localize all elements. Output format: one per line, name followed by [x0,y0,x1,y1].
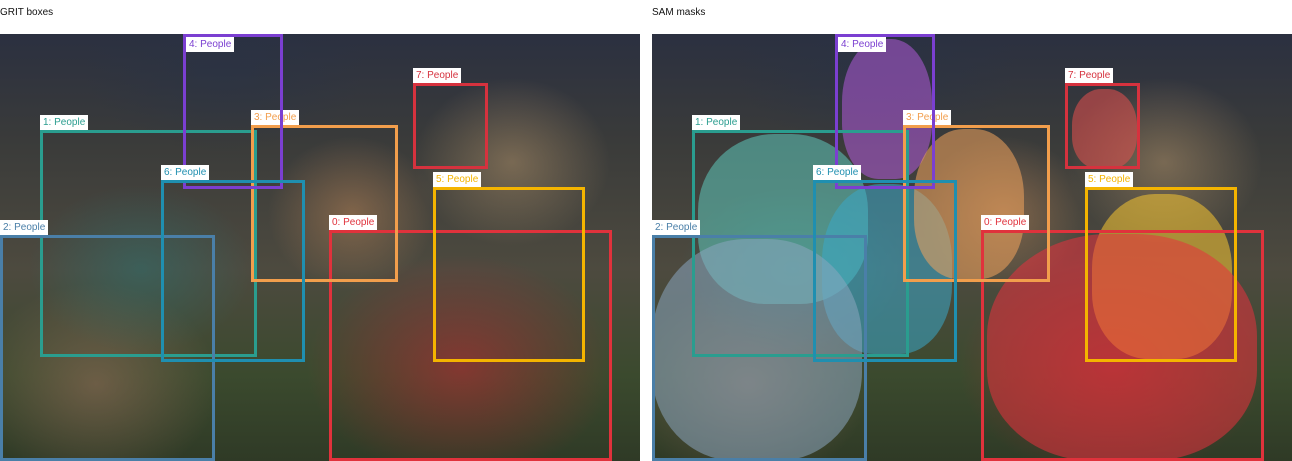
grit-panel: 0: People 1: People 2: People 3: People … [0,34,640,461]
detection-box-7: 7: People [1065,68,1140,169]
panel-title-grit: GRIT boxes [0,7,54,18]
detection-label-1: 1: People [692,115,741,130]
detection-label-2: 2: People [0,220,49,235]
detection-box-6: 6: People [813,165,957,362]
detection-label-2: 2: People [652,220,701,235]
detection-box-5: 5: People [1085,172,1237,362]
sam-panel: 0: People 1: People 2: People 3: People … [652,34,1292,461]
detection-label-7: 7: People [413,68,462,83]
detection-box-6: 6: People [161,165,305,362]
detection-label-6: 6: People [161,165,210,180]
detection-label-4: 4: People [838,37,887,52]
detection-label-5: 5: People [433,172,482,187]
detection-label-1: 1: People [40,115,89,130]
detection-box-7: 7: People [413,68,488,169]
detection-label-6: 6: People [813,165,862,180]
panel-title-sam: SAM masks [652,7,706,18]
detection-box-5: 5: People [433,172,585,362]
detection-label-7: 7: People [1065,68,1114,83]
detection-label-4: 4: People [186,37,235,52]
detection-label-5: 5: People [1085,172,1134,187]
